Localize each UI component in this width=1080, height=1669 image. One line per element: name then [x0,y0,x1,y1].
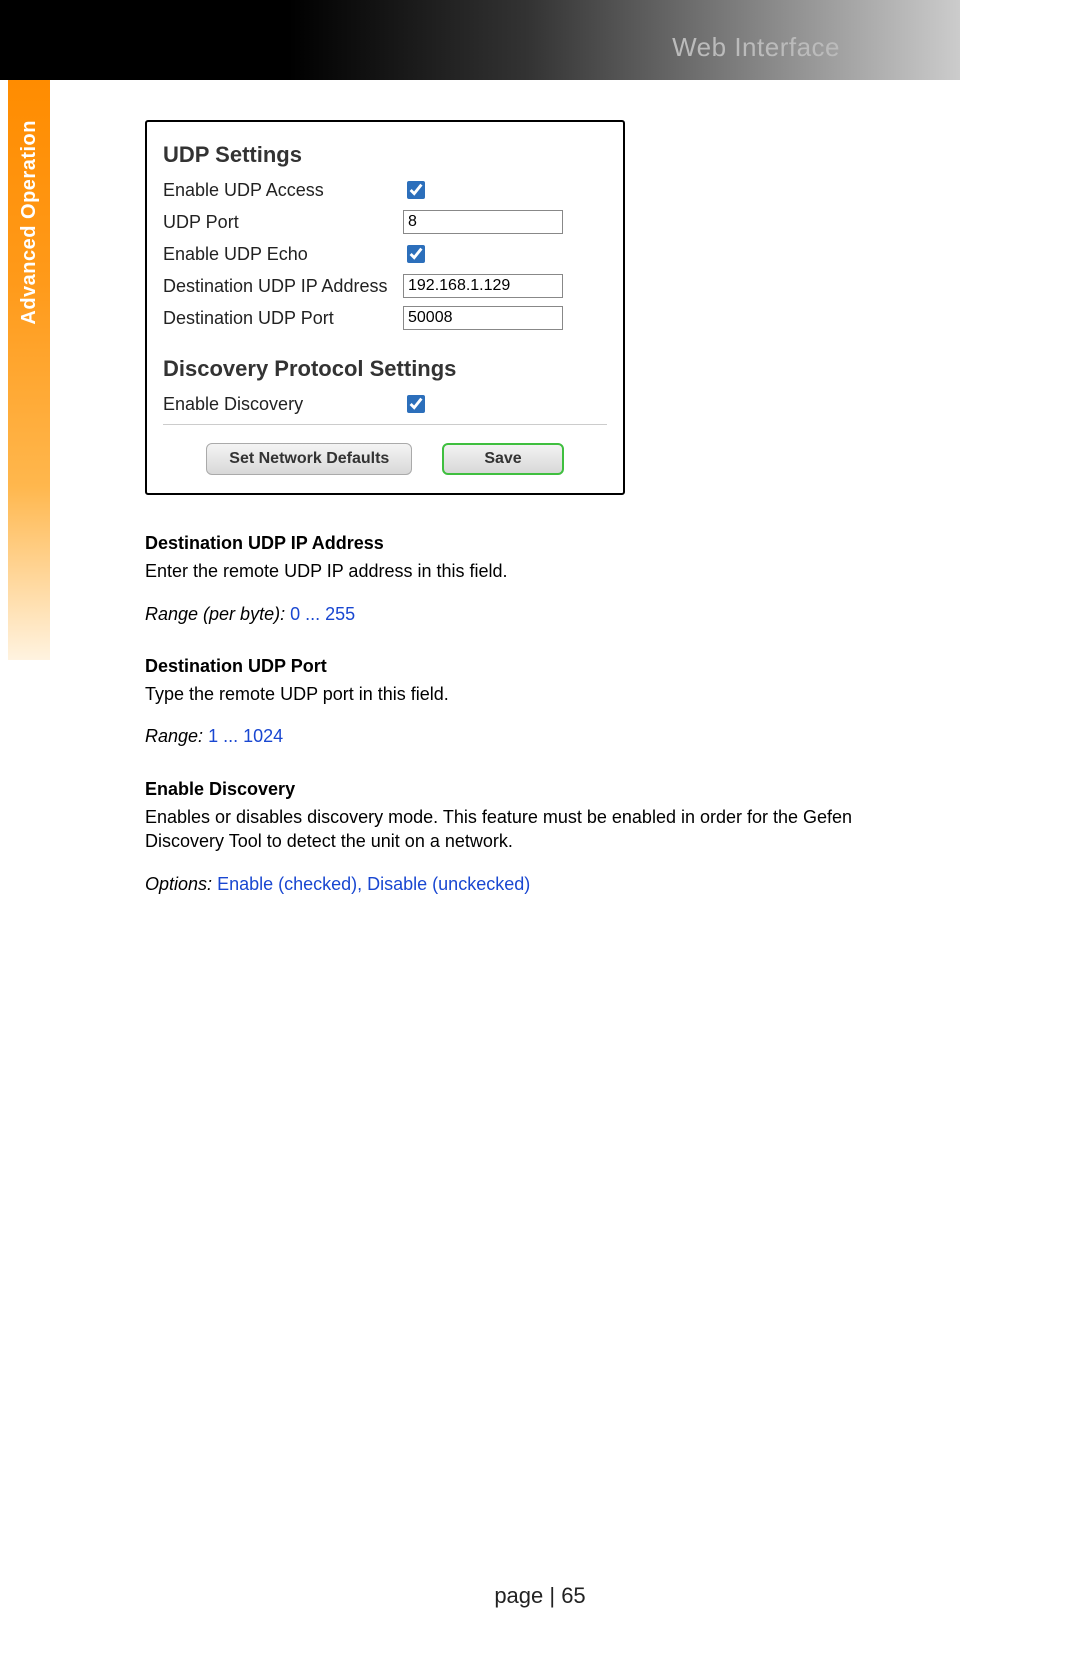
dest-udp-port-label: Destination UDP Port [163,308,403,329]
udp-port-row: UDP Port [163,210,607,234]
discovery-desc-text: Enables or disables discovery mode. This… [145,805,905,854]
discovery-options: Options: Enable (checked), Disable (unck… [145,872,905,896]
page-number: page | 65 [494,1583,585,1608]
button-row: Set Network Defaults Save [163,443,607,475]
discovery-settings-heading: Discovery Protocol Settings [163,356,607,382]
dest-port-range-label: Range: [145,726,203,746]
dest-udp-ip-row: Destination UDP IP Address [163,274,607,298]
discovery-desc-heading: Enable Discovery [145,777,905,801]
page-header-title: Web Interface [672,32,840,63]
page-header-bar: Web Interface [0,0,960,80]
dest-ip-desc-text: Enter the remote UDP IP address in this … [145,559,905,583]
enable-udp-echo-label: Enable UDP Echo [163,244,403,265]
dest-ip-range-value: 0 ... 255 [290,604,355,624]
discovery-options-value: Enable (checked), Disable (unckecked) [217,874,530,894]
dest-ip-range: Range (per byte): 0 ... 255 [145,602,905,626]
dest-udp-ip-label: Destination UDP IP Address [163,276,403,297]
page-footer: page | 65 [0,1583,1080,1609]
enable-udp-access-checkbox[interactable] [407,181,425,199]
dest-udp-ip-input[interactable] [403,274,563,298]
enable-udp-access-label: Enable UDP Access [163,180,403,201]
dest-port-range: Range: 1 ... 1024 [145,724,905,748]
network-settings-panel: UDP Settings Enable UDP Access UDP Port … [145,120,625,495]
dest-port-desc-heading: Destination UDP Port [145,654,905,678]
dest-udp-port-row: Destination UDP Port [163,306,607,330]
save-button[interactable]: Save [442,443,563,475]
enable-discovery-label: Enable Discovery [163,394,403,415]
dest-ip-desc-heading: Destination UDP IP Address [145,531,905,555]
enable-discovery-checkbox[interactable] [407,395,425,413]
udp-port-label: UDP Port [163,212,403,233]
divider [163,424,607,425]
enable-udp-access-row: Enable UDP Access [163,178,607,202]
set-network-defaults-button[interactable]: Set Network Defaults [206,443,412,475]
side-tab: Advanced Operation [8,80,50,660]
dest-port-range-value: 1 ... 1024 [208,726,283,746]
enable-udp-echo-row: Enable UDP Echo [163,242,607,266]
discovery-options-label: Options: [145,874,212,894]
side-tab-label: Advanced Operation [18,120,41,325]
udp-port-input[interactable] [403,210,563,234]
enable-udp-echo-checkbox[interactable] [407,245,425,263]
dest-udp-port-input[interactable] [403,306,563,330]
enable-discovery-row: Enable Discovery [163,392,607,416]
dest-port-desc-text: Type the remote UDP port in this field. [145,682,905,706]
dest-ip-range-label: Range (per byte): [145,604,285,624]
udp-settings-heading: UDP Settings [163,142,607,168]
